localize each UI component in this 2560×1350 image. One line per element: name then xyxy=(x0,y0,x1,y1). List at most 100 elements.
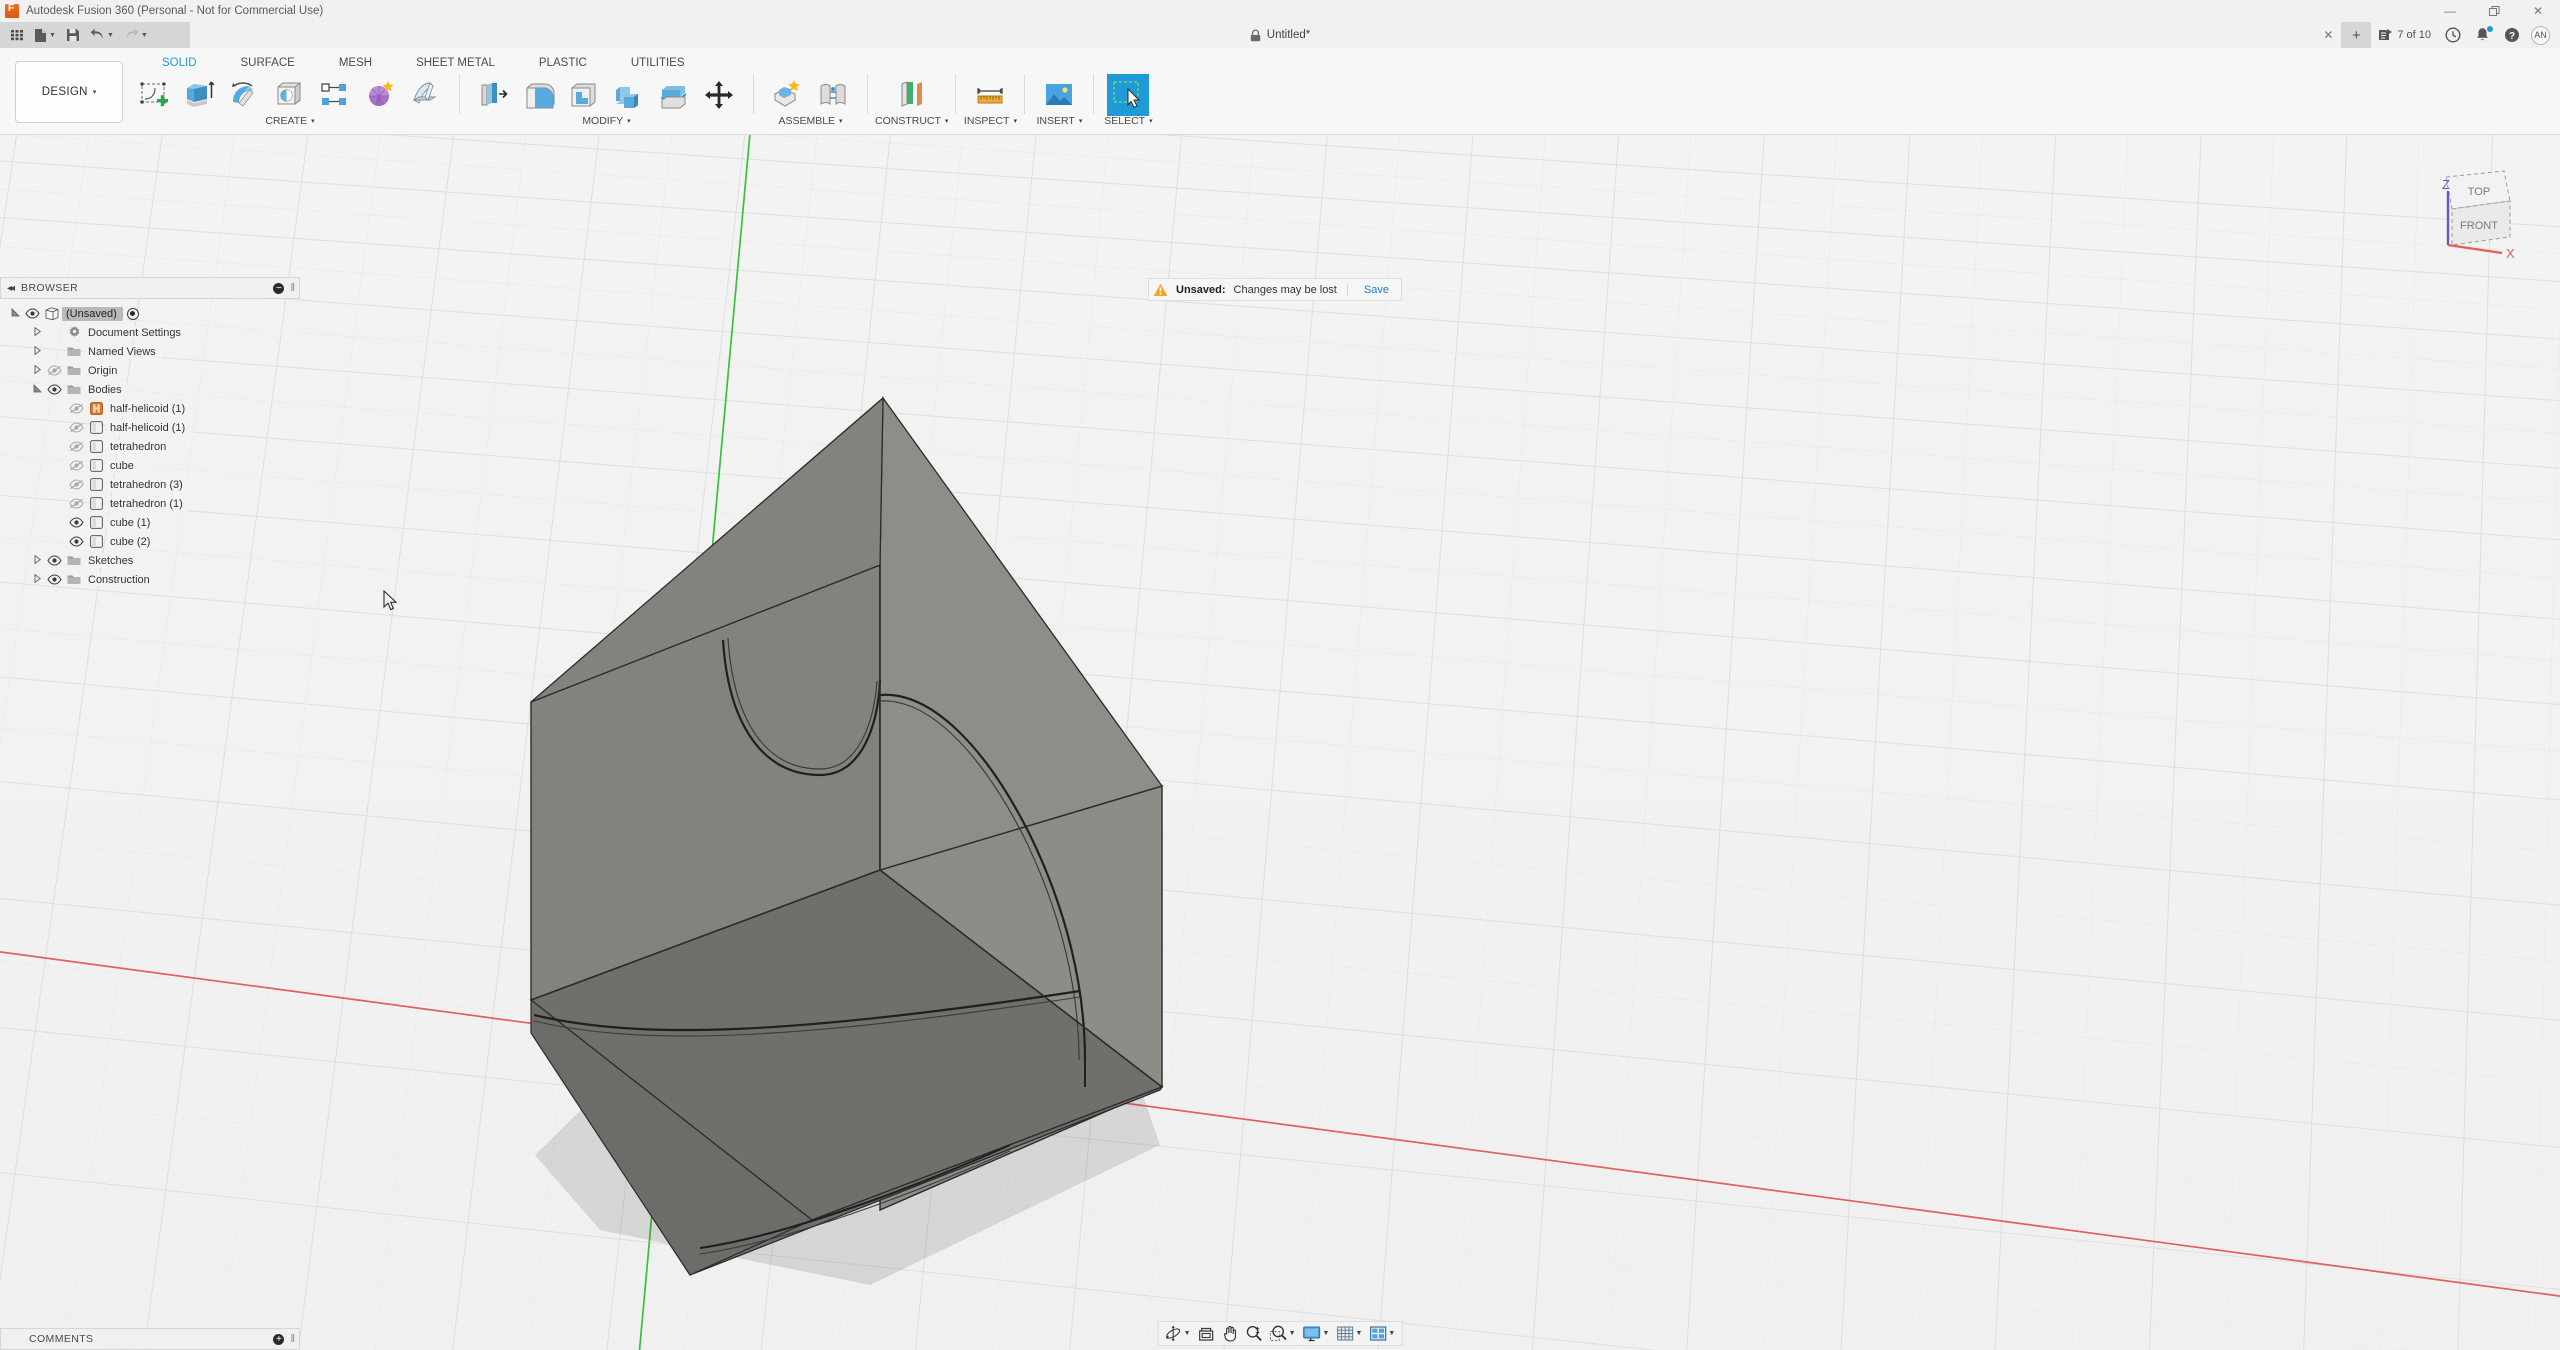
3d-viewport[interactable]: ◂◂ BROWSER − ‖ (Unsaved)Document Setting… xyxy=(0,135,2560,1350)
twisty-collapsed-icon[interactable] xyxy=(30,574,44,585)
chevron-down-icon[interactable]: ▼ xyxy=(1355,1330,1362,1337)
panel-grip-icon[interactable]: ‖ xyxy=(290,282,293,294)
eye-hidden-icon[interactable] xyxy=(66,403,86,414)
add-tab-button[interactable]: + xyxy=(2341,22,2371,48)
app-grid-button[interactable] xyxy=(6,24,28,46)
tab-plastic[interactable]: PLASTIC xyxy=(517,56,609,74)
twisty-collapsed-icon[interactable] xyxy=(30,346,44,357)
select-tool[interactable] xyxy=(1107,74,1149,116)
origin-folder[interactable]: Origin xyxy=(0,361,300,380)
chevron-down-icon[interactable]: ▼ xyxy=(1184,1330,1191,1337)
chevron-down-icon[interactable]: ▼ xyxy=(1289,1330,1296,1337)
add-comment-icon[interactable]: + xyxy=(273,1334,284,1345)
chevron-down-icon[interactable]: ▼ xyxy=(141,32,148,39)
new-document-button[interactable]: ▼ xyxy=(30,24,60,46)
zoom-window-button[interactable]: ▼ xyxy=(1267,1323,1299,1345)
avatar[interactable]: AN xyxy=(2531,26,2550,45)
eye-visible-icon[interactable] xyxy=(66,517,86,528)
viewports-button[interactable]: ▼ xyxy=(1366,1323,1398,1345)
eye-visible-icon[interactable] xyxy=(44,384,64,395)
grid-snaps-button[interactable]: ▼ xyxy=(1333,1323,1365,1345)
view-cube[interactable]: TOP FRONT Z X xyxy=(2418,157,2538,267)
construction-folder[interactable]: Construction xyxy=(0,570,300,589)
bodies-folder[interactable]: Bodies xyxy=(0,380,300,399)
sculpt-tool[interactable] xyxy=(404,74,446,116)
twisty-expanded-icon[interactable] xyxy=(30,384,44,395)
viewport-canvas[interactable] xyxy=(0,135,2560,1350)
chevron-down-icon[interactable]: ▼ xyxy=(1323,1330,1330,1337)
zoom-button[interactable] xyxy=(1243,1323,1266,1345)
body-cube[interactable]: cube xyxy=(0,456,300,475)
ribbon-group-insert-label[interactable]: INSERT ▾ xyxy=(1037,115,1083,127)
browser-panel[interactable]: ◂◂ BROWSER − ‖ (Unsaved)Document Setting… xyxy=(0,277,300,589)
shell-tool[interactable] xyxy=(563,74,605,116)
eye-hidden-icon[interactable] xyxy=(66,498,86,509)
sketches-folder[interactable]: Sketches xyxy=(0,551,300,570)
pan-button[interactable] xyxy=(1219,1323,1242,1345)
revolve-tool[interactable] xyxy=(224,74,266,116)
hole-tool[interactable] xyxy=(269,74,311,116)
job-status-button[interactable]: 7 of 10 xyxy=(2371,22,2438,48)
chevron-down-icon[interactable]: ▼ xyxy=(107,32,114,39)
eye-hidden-icon[interactable] xyxy=(66,460,86,471)
twisty-collapsed-icon[interactable] xyxy=(30,327,44,338)
measure-tool[interactable] xyxy=(969,74,1011,116)
move-copy-tool[interactable] xyxy=(698,74,740,116)
body-tetrahedron[interactable]: tetrahedron xyxy=(0,437,300,456)
collapse-left-icon[interactable]: ◂◂ xyxy=(7,283,13,294)
fillet-tool[interactable] xyxy=(518,74,560,116)
tab-surface[interactable]: SURFACE xyxy=(219,56,317,74)
create-sketch-tool[interactable] xyxy=(134,74,176,116)
help-button[interactable]: ? xyxy=(2497,22,2527,48)
ribbon-group-modify-label[interactable]: MODIFY ▾ xyxy=(582,115,630,127)
active-component-radio[interactable] xyxy=(127,308,139,320)
tab-sheet-metal[interactable]: SHEET METAL xyxy=(394,56,517,74)
extrude-tool[interactable] xyxy=(179,74,221,116)
undo-button[interactable]: ▼ xyxy=(86,24,118,46)
insert-image-tool[interactable] xyxy=(1038,74,1080,116)
panel-collapse-dot-icon[interactable]: − xyxy=(273,283,284,294)
eye-hidden-icon[interactable] xyxy=(66,441,86,452)
joint-tool[interactable] xyxy=(812,74,854,116)
tab-solid[interactable]: SOLID xyxy=(140,56,219,74)
maximize-icon[interactable] xyxy=(2472,0,2516,22)
new-component-tool[interactable] xyxy=(767,74,809,116)
eye-hidden-icon[interactable] xyxy=(66,422,86,433)
tab-utilities[interactable]: UTILITIES xyxy=(609,56,707,74)
comments-panel[interactable]: COMMENTS + ‖ xyxy=(0,1328,300,1350)
save-button[interactable] xyxy=(62,24,84,46)
combine-tool[interactable] xyxy=(608,74,650,116)
display-settings-button[interactable]: ▼ xyxy=(1300,1323,1333,1345)
body-half-helicoid-1[interactable]: half-helicoid (1) xyxy=(0,399,300,418)
look-at-button[interactable] xyxy=(1195,1323,1218,1345)
chevron-down-icon[interactable]: ▼ xyxy=(1388,1330,1395,1337)
minimize-icon[interactable]: — xyxy=(2428,0,2472,22)
twisty-collapsed-icon[interactable] xyxy=(30,555,44,566)
body-tetrahedron-3[interactable]: tetrahedron (3) xyxy=(0,475,300,494)
eye-hidden-icon[interactable] xyxy=(44,365,64,376)
redo-button[interactable]: ▼ xyxy=(120,24,152,46)
eye-visible-icon[interactable] xyxy=(66,536,86,547)
close-icon[interactable]: ✕ xyxy=(2516,0,2560,22)
history-button[interactable] xyxy=(2438,22,2468,48)
orbit-button[interactable]: ▼ xyxy=(1162,1323,1194,1345)
eye-visible-icon[interactable] xyxy=(22,308,42,319)
workspace-selector[interactable]: DESIGN ▾ xyxy=(15,61,123,123)
close-tab-button[interactable]: ✕ xyxy=(2315,22,2341,48)
split-face-tool[interactable] xyxy=(653,74,695,116)
tab-mesh[interactable]: MESH xyxy=(317,56,394,74)
ribbon-group-assemble-label[interactable]: ASSEMBLE ▾ xyxy=(778,115,842,127)
eye-hidden-icon[interactable] xyxy=(66,479,86,490)
eye-visible-icon[interactable] xyxy=(44,555,64,566)
document-root[interactable]: (Unsaved) xyxy=(0,304,300,323)
named-views[interactable]: Named Views xyxy=(0,342,300,361)
ribbon-group-select-label[interactable]: SELECT ▾ xyxy=(1104,115,1152,127)
body-cube-1[interactable]: cube (1) xyxy=(0,513,300,532)
pattern-tool[interactable] xyxy=(314,74,356,116)
eye-visible-icon[interactable] xyxy=(44,574,64,585)
form-tool[interactable] xyxy=(359,74,401,116)
twisty-expanded-icon[interactable] xyxy=(8,308,22,319)
body-cube-2[interactable]: cube (2) xyxy=(0,532,300,551)
document-settings[interactable]: Document Settings xyxy=(0,323,300,342)
ribbon-group-inspect-label[interactable]: INSPECT ▾ xyxy=(964,115,1017,127)
